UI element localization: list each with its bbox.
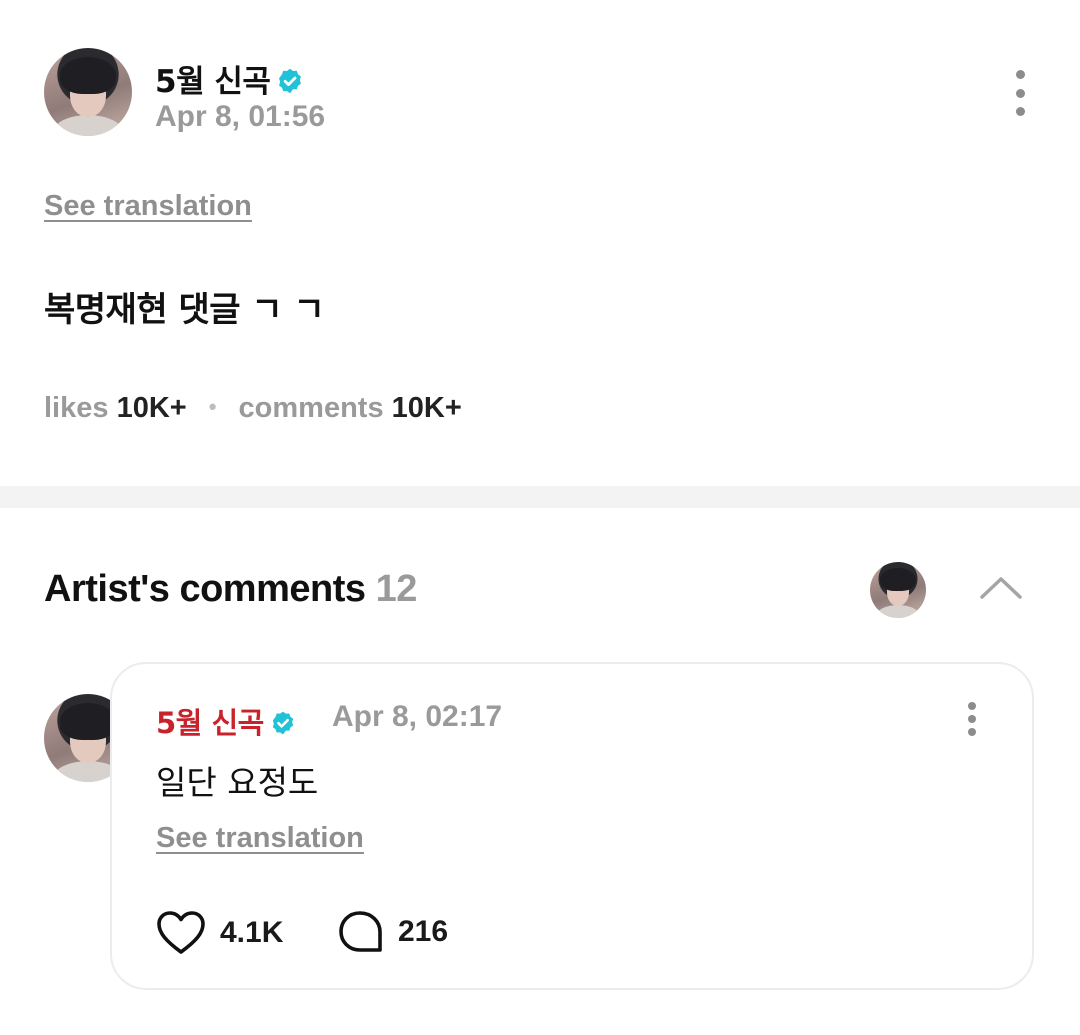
chevron-up-icon[interactable]	[978, 572, 1024, 602]
author-name[interactable]: 5월 신곡	[155, 56, 304, 101]
post-more-options-icon[interactable]	[1008, 70, 1032, 116]
comments-label: comments	[238, 392, 384, 424]
comment-like-count: 4.1K	[220, 916, 284, 949]
post-body-text: 복명재현 댓글 ㄱ ㄱ	[44, 290, 325, 330]
post-stats: likes 10K+ • comments 10K+	[44, 392, 462, 425]
post-see-translation-link[interactable]: See translation	[44, 190, 252, 223]
stats-separator: •	[208, 394, 217, 419]
comment-like-button[interactable]: 4.1K	[156, 910, 283, 956]
post-date: Apr 8, 01:56	[155, 100, 326, 133]
comment-see-translation-link[interactable]: See translation	[156, 822, 364, 855]
comment-text: 일단 요정도	[156, 763, 319, 802]
comment-reply-count: 216	[398, 915, 449, 948]
artist-comments-title: Artist's comments 12	[44, 568, 417, 611]
artist-comment-card[interactable]: 5월 신곡 Apr 8, 02:17 일단 요정도 See translatio…	[110, 662, 1034, 990]
comment-date: Apr 8, 02:17	[332, 700, 503, 733]
artist-comments-count: 12	[375, 568, 418, 610]
comment-author-text: 5월 신곡	[156, 706, 264, 740]
reply-bubble-icon	[339, 911, 382, 952]
author-name-text: 5월 신곡	[155, 64, 271, 100]
comment-reply-button[interactable]: 216	[338, 910, 448, 954]
post-page: 5월 신곡 Apr 8, 01:56 See translation 복명재현 …	[0, 0, 1080, 1035]
section-divider	[0, 486, 1080, 508]
author-avatar[interactable]	[44, 48, 132, 136]
verified-badge-icon	[279, 68, 302, 93]
post-header: 5월 신곡 Apr 8, 01:56	[44, 48, 1036, 138]
heart-icon	[157, 911, 205, 954]
comment-more-options-icon[interactable]	[962, 702, 982, 736]
likes-label: likes	[44, 392, 109, 424]
comments-count: 10K+	[391, 392, 462, 424]
likes-count: 10K+	[116, 392, 187, 424]
comment-author-name[interactable]: 5월 신곡	[156, 700, 296, 742]
artist-comments-title-text: Artist's comments	[44, 568, 366, 610]
artist-avatar-small[interactable]	[870, 562, 926, 618]
verified-badge-icon	[272, 711, 294, 735]
